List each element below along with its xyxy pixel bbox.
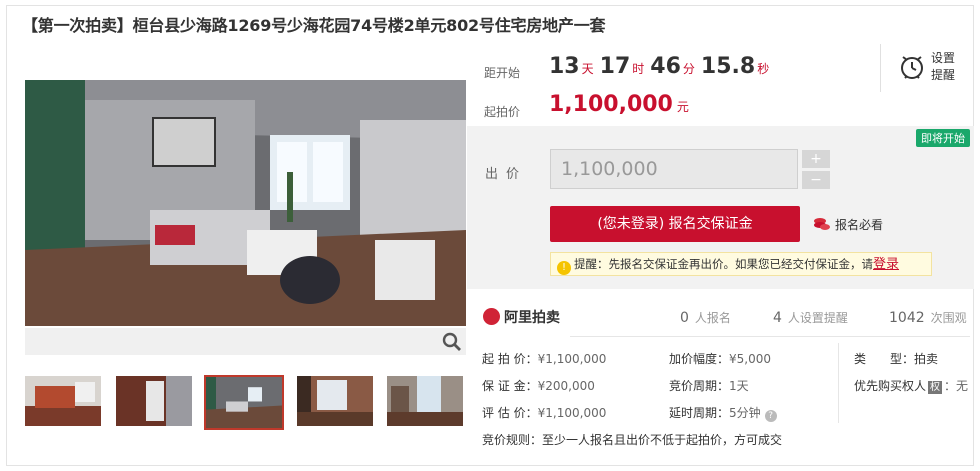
- detail-rule: 竞价规则：至少一人报名且出价不低于起拍价，方可成交: [482, 431, 782, 448]
- detail-key: 优先购买权人: [854, 379, 927, 393]
- views-label: 次围观: [930, 311, 967, 325]
- thumbnail-selected[interactable]: [204, 375, 284, 430]
- detail-key: 竞价规则：: [482, 433, 543, 447]
- detail-value: ：无: [944, 379, 969, 393]
- bid-amount-input[interactable]: 1,100,000: [550, 149, 798, 189]
- hint-text: 提醒：先报名交保证金再出价。如果您已经交付保证金，请: [574, 257, 873, 271]
- ali-auction-logo: 阿里拍卖: [483, 307, 560, 327]
- living-room-photo: [25, 80, 466, 326]
- decrement-button[interactable]: −: [802, 171, 830, 189]
- views-count: 1042: [889, 310, 925, 326]
- detail-divider: [838, 343, 839, 423]
- countdown-timer: 13 天 17 时 46 分 15.8 秒: [549, 54, 775, 79]
- thumbnail[interactable]: [297, 376, 373, 426]
- thumbnail[interactable]: [116, 376, 192, 426]
- register-deposit-button[interactable]: (您未登录) 报名交保证金: [550, 206, 800, 242]
- registered-stat: 0 人报名: [680, 309, 731, 326]
- detail-key: 类 型：: [854, 352, 915, 366]
- start-price-unit: 元: [676, 100, 689, 114]
- ali-auction-icon: [483, 308, 500, 325]
- reminder-stat: 4 人设置提醒: [773, 309, 848, 326]
- detail-value: ¥5,000: [729, 352, 772, 366]
- photo-toolbar: [25, 328, 466, 355]
- status-badge: 即将开始: [916, 129, 970, 147]
- detail-value: ¥1,100,000: [537, 406, 607, 420]
- detail-value: 1天: [729, 379, 749, 393]
- hours-unit: 时: [632, 62, 645, 76]
- countdown-label: 距开始: [484, 66, 521, 80]
- countdown-minutes: 46: [650, 54, 681, 79]
- main-photo[interactable]: [25, 80, 466, 326]
- detail-delay: 延时周期：5分钟?: [669, 404, 777, 422]
- registered-count: 0: [680, 310, 689, 326]
- countdown-seconds: 15.8: [700, 54, 756, 79]
- detail-value: 5分钟: [729, 406, 761, 420]
- days-unit: 天: [581, 62, 594, 76]
- detail-value: 至少一人报名且出价不低于起拍价，方可成交: [542, 433, 783, 447]
- bid-label: 出价: [485, 167, 528, 182]
- seconds-unit: 秒: [757, 62, 770, 76]
- detail-value: ¥200,000: [537, 379, 595, 393]
- detail-cycle: 竞价周期：1天: [669, 377, 749, 394]
- start-price-label: 起拍价: [484, 105, 521, 119]
- thumbnail[interactable]: [387, 376, 463, 426]
- start-price-value: 1,100,000: [549, 92, 673, 117]
- detail-key: 评 估 价：: [482, 406, 538, 420]
- brand-name: 阿里拍卖: [504, 310, 560, 326]
- must-read-label: 报名必看: [835, 218, 884, 232]
- minutes-unit: 分: [682, 62, 695, 76]
- lightbulb-icon: !: [557, 261, 571, 275]
- must-read-link[interactable]: 报名必看: [813, 216, 883, 233]
- detail-start-price: 起 拍 价：¥1,100,000: [482, 350, 606, 367]
- detail-priority: 优先购买权人权：无: [854, 377, 968, 394]
- start-price: 1,100,000 元: [549, 92, 689, 117]
- login-link[interactable]: 登录: [873, 257, 899, 272]
- set-reminder-label: 设置提醒: [931, 51, 956, 82]
- stats-divider: [570, 336, 970, 337]
- countdown-days: 13: [549, 54, 580, 79]
- set-reminder-button[interactable]: 设置提醒: [880, 44, 970, 92]
- priority-badge: 权: [928, 381, 943, 394]
- detail-deposit: 保 证 金：¥200,000: [482, 377, 595, 394]
- bid-panel: 即将开始 出价 1,100,000 + − (您未登录) 报名交保证金 报名必看…: [467, 126, 974, 289]
- detail-key: 竞价周期：: [669, 379, 730, 393]
- help-icon[interactable]: ?: [764, 410, 777, 422]
- detail-key: 延时周期：: [669, 406, 730, 420]
- registered-label: 人报名: [694, 311, 731, 325]
- views-stat: 1042 次围观: [889, 309, 967, 326]
- thumbnail-strip: [25, 375, 466, 432]
- increment-button[interactable]: +: [802, 150, 830, 168]
- detail-value: ¥1,100,000: [537, 352, 607, 366]
- reminder-count: 4: [773, 310, 782, 326]
- detail-increment: 加价幅度：¥5,000: [669, 350, 771, 367]
- login-hint: ! 提醒：先报名交保证金再出价。如果您已经交付保证金，请登录: [550, 252, 932, 276]
- page-title: 【第一次拍卖】桓台县少海路1269号少海花园74号楼2单元802号住宅房地产一套: [22, 16, 606, 35]
- alarm-clock-icon: [901, 56, 923, 79]
- thumbnail[interactable]: [25, 376, 101, 426]
- detail-key: 起 拍 价：: [482, 352, 538, 366]
- reminder-label: 人设置提醒: [787, 311, 848, 325]
- detail-appraisal: 评 估 价：¥1,100,000: [482, 404, 606, 421]
- detail-type: 类 型：拍卖: [854, 350, 938, 367]
- detail-key: 加价幅度：: [669, 352, 730, 366]
- detail-key: 保 证 金：: [482, 379, 538, 393]
- coins-icon: [814, 218, 830, 230]
- detail-value: 拍卖: [914, 352, 939, 366]
- countdown-hours: 17: [599, 54, 631, 79]
- zoom-icon[interactable]: [442, 332, 462, 352]
